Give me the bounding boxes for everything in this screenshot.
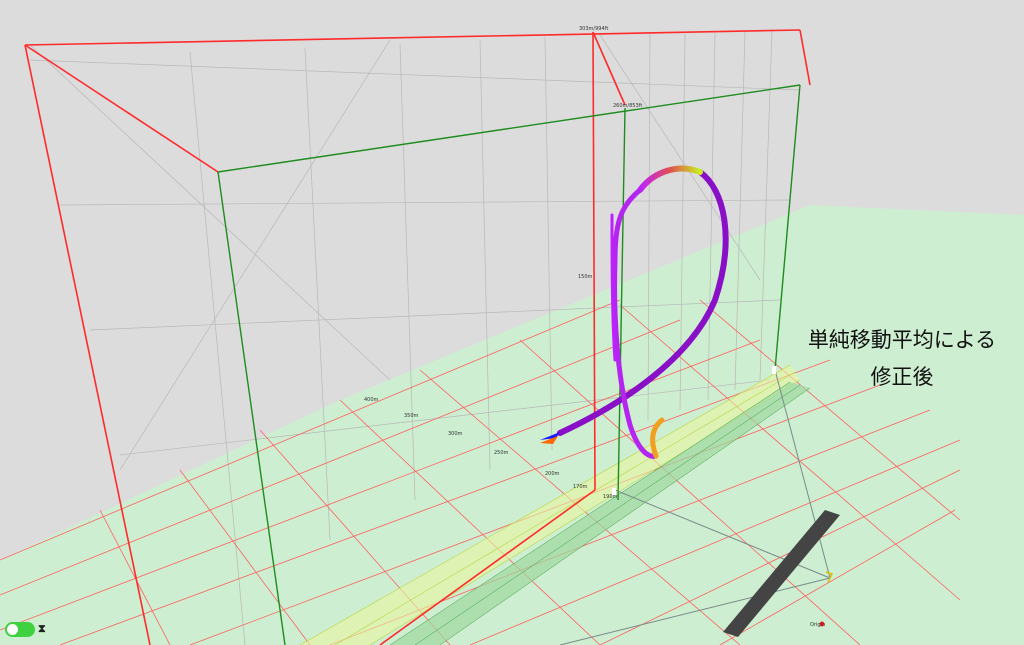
motion-icon[interactable]: ⧗: [38, 622, 48, 637]
label-dist-250: 250m: [494, 450, 509, 456]
toggle-switch[interactable]: [5, 622, 35, 637]
label-dist-350: 350m: [404, 413, 419, 419]
toggle-knob: [7, 624, 18, 635]
label-dist-300: 300m: [448, 431, 463, 437]
annotation-caption: 単純移動平均による 修正後: [780, 322, 1024, 396]
caption-line-1: 単純移動平均による: [807, 328, 997, 352]
label-origin: Origin: [810, 622, 825, 628]
label-alt-150: 150m: [578, 274, 593, 280]
label-dist-200: 200m: [545, 471, 560, 477]
caption-line-2: 修正後: [870, 365, 934, 389]
label-top-green: 260m/853ft: [613, 103, 642, 109]
label-alt-170: 170m: [573, 484, 588, 490]
label-dist-400: 400m: [364, 397, 379, 403]
label-alt-190: 190m: [603, 494, 618, 500]
label-top-red: 303m/994ft: [579, 26, 608, 32]
